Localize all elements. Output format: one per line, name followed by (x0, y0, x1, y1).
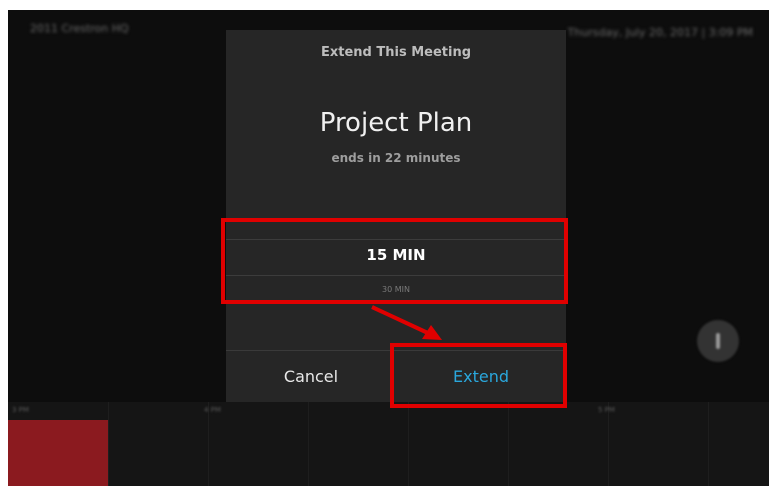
picker-selected-option[interactable]: 15 MIN (226, 246, 566, 264)
info-icon (716, 333, 720, 349)
timeline-tick (108, 402, 109, 486)
cancel-button[interactable]: Cancel (226, 351, 396, 402)
meeting-ends-in: ends in 22 minutes (331, 151, 461, 165)
room-name: 2011 Crestron HQ (30, 22, 129, 35)
timeline-label: 5 PM (598, 406, 615, 414)
extend-button[interactable]: Extend (396, 351, 566, 402)
picker-next-option[interactable]: 30 MIN (226, 285, 566, 294)
dialog-title: Extend This Meeting (320, 45, 472, 60)
timeline-label: 3 PM (12, 406, 29, 414)
date-time: Thursday, July 20, 2017 | 3:09 PM (567, 26, 753, 39)
timeline-tick (208, 402, 209, 486)
extend-meeting-dialog: Extend This Meeting Project Plan ends in… (226, 30, 566, 402)
meeting-name: Project Plan (319, 108, 473, 138)
timeline-tick (608, 402, 609, 486)
busy-meeting-block[interactable] (8, 420, 108, 486)
timeline: 3 PM 4 PM 5 PM (8, 402, 769, 486)
timeline-tick (508, 402, 509, 486)
picker-divider (226, 239, 566, 240)
timeline-tick (308, 402, 309, 486)
timeline-label: 4 PM (204, 406, 221, 414)
timeline-tick (408, 402, 409, 486)
picker-divider (226, 275, 566, 276)
duration-picker[interactable]: 15 MIN 30 MIN (226, 223, 566, 303)
info-button[interactable] (697, 320, 739, 362)
timeline-tick (708, 402, 709, 486)
